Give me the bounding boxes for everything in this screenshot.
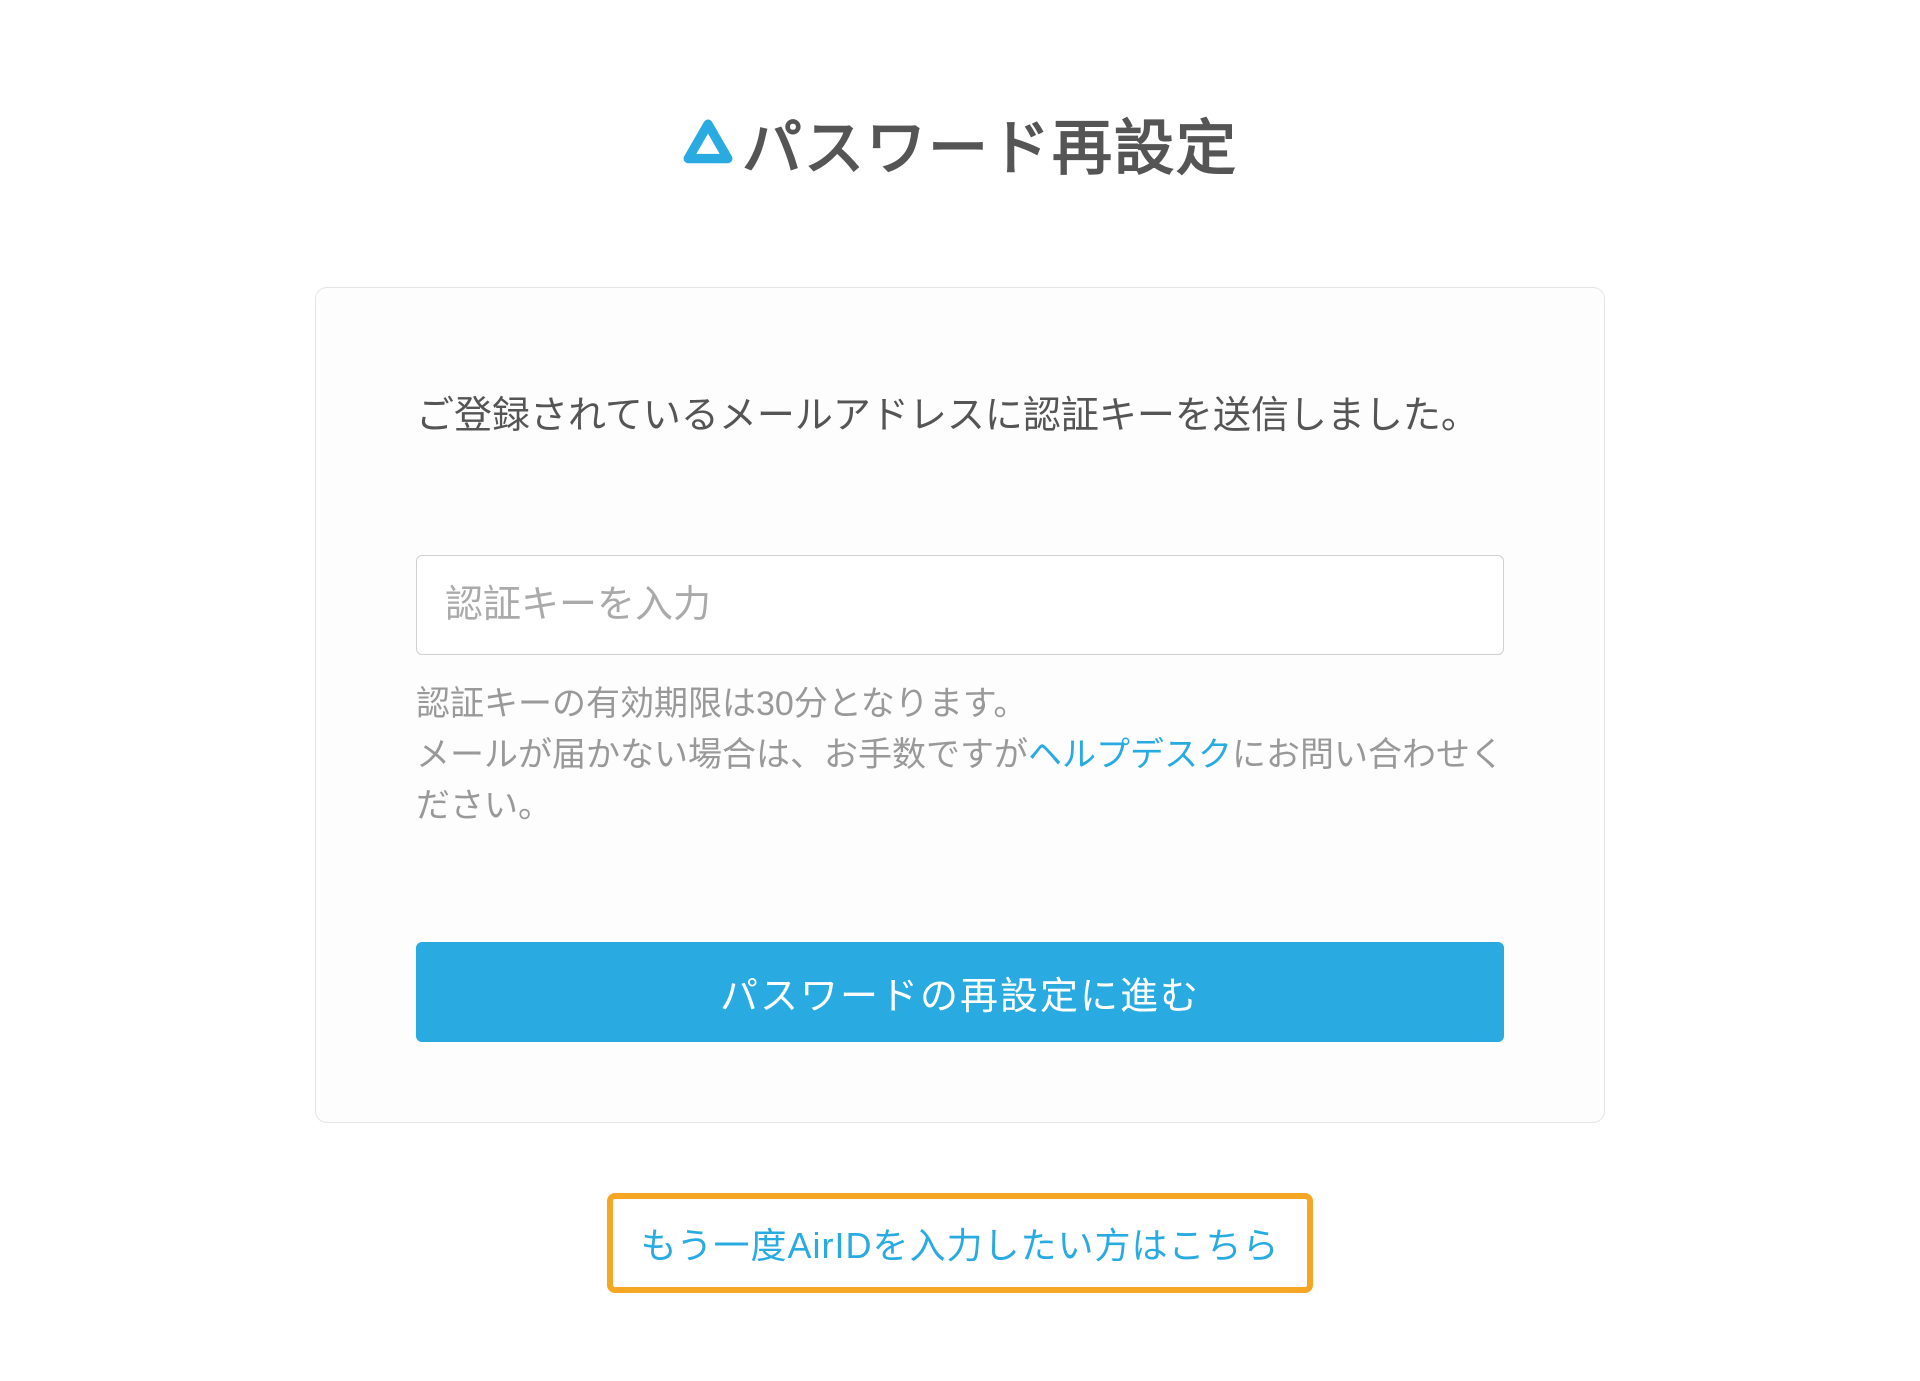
proceed-password-reset-button[interactable]: パスワードの再設定に進む bbox=[416, 942, 1504, 1042]
reenter-airid-link[interactable]: もう一度AirIDを入力したい方はこちら bbox=[641, 1225, 1280, 1266]
auth-key-input[interactable] bbox=[416, 555, 1504, 655]
helpdesk-link[interactable]: ヘルプデスク bbox=[1028, 736, 1232, 774]
page-title-text: パスワード再設定 bbox=[742, 100, 1238, 187]
help-text-line1: 認証キーの有効期限は30分となります。 bbox=[416, 685, 1027, 723]
help-text-line2-before: メールが届かない場合は、お手数ですが bbox=[416, 736, 1028, 774]
back-link-highlight-box: もう一度AirIDを入力したい方はこちら bbox=[607, 1193, 1314, 1293]
help-text: 認証キーの有効期限は30分となります。 メールが届かない場合は、お手数ですがヘル… bbox=[416, 679, 1504, 832]
password-reset-card: ご登録されているメールアドレスに認証キーを送信しました。 認証キーの有効期限は3… bbox=[315, 287, 1605, 1123]
page-title: パスワード再設定 bbox=[682, 100, 1238, 187]
logo-triangle-icon bbox=[682, 118, 734, 170]
instruction-text: ご登録されているメールアドレスに認証キーを送信しました。 bbox=[416, 388, 1504, 445]
